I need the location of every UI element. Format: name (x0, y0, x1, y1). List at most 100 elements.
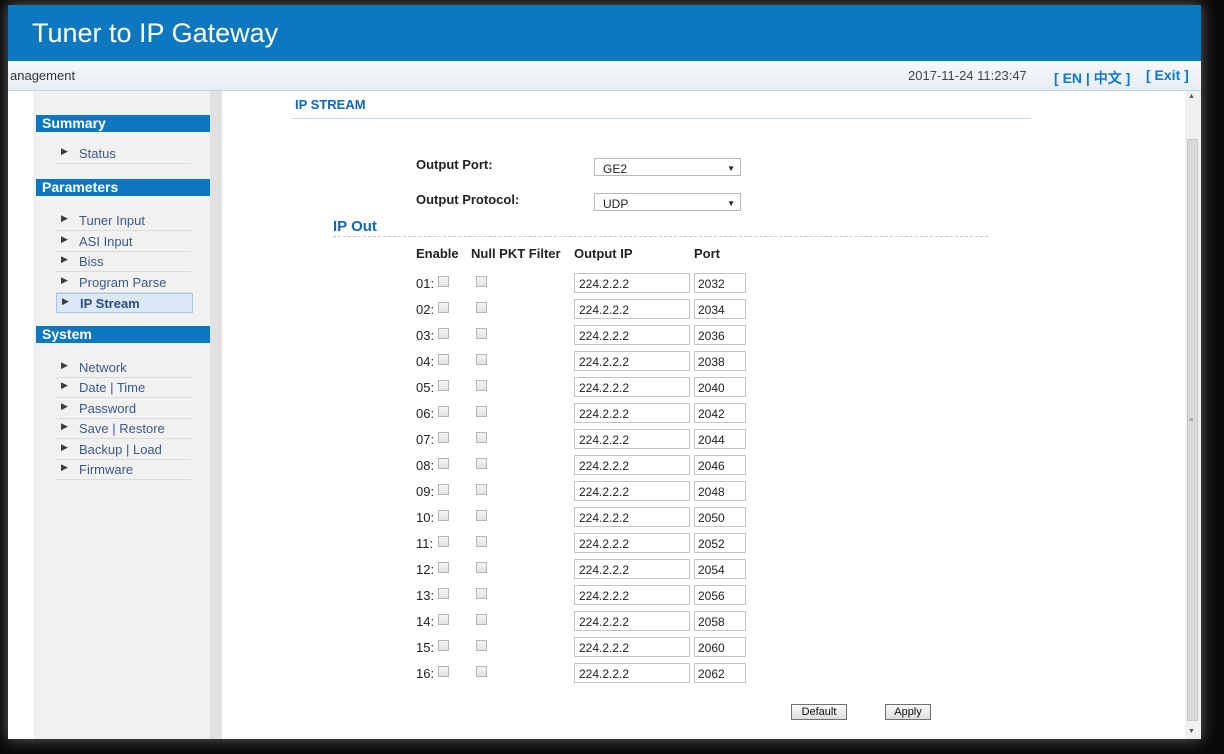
output-ip-input[interactable]: 224.2.2.2 (574, 455, 690, 475)
null-pkt-filter-checkbox[interactable] (476, 640, 487, 651)
scroll-up-icon[interactable]: ▲ (1188, 93, 1195, 100)
sidebar-item-1-1[interactable]: ▶ ASI Input (56, 232, 191, 252)
triangle-right-icon: ▶ (61, 146, 68, 156)
enable-checkbox[interactable] (438, 614, 449, 625)
output-port-label: Output Port: (416, 157, 493, 172)
output-ip-input[interactable]: 224.2.2.2 (574, 325, 690, 345)
output-ip-input[interactable]: 224.2.2.2 (574, 585, 690, 605)
vertical-scrollbar[interactable]: ▲ ≡ ▼ (1185, 91, 1201, 739)
triangle-right-icon: ▶ (61, 442, 68, 452)
port-input[interactable]: 2050 (694, 507, 746, 527)
output-ip-input[interactable]: 224.2.2.2 (574, 611, 690, 631)
output-ip-input[interactable]: 224.2.2.2 (574, 507, 690, 527)
port-input[interactable]: 2040 (694, 377, 746, 397)
output-ip-input[interactable]: 224.2.2.2 (574, 559, 690, 579)
sidebar-item-2-2[interactable]: ▶ Password (56, 399, 191, 419)
sidebar-item-2-4[interactable]: ▶ Backup | Load (56, 440, 191, 460)
sidebar-item-1-4[interactable]: ▶ IP Stream (56, 293, 193, 313)
enable-checkbox[interactable] (438, 666, 449, 677)
output-ip-input[interactable]: 224.2.2.2 (574, 637, 690, 657)
enable-checkbox[interactable] (438, 458, 449, 469)
sidebar-item-2-3[interactable]: ▶ Save | Restore (56, 419, 191, 439)
output-protocol-select[interactable]: UDP ▼ (594, 193, 741, 211)
output-ip-input[interactable]: 224.2.2.2 (574, 377, 690, 397)
null-pkt-filter-checkbox[interactable] (476, 562, 487, 573)
null-pkt-filter-checkbox[interactable] (476, 302, 487, 313)
apply-button[interactable]: Apply (885, 704, 931, 720)
null-pkt-filter-checkbox[interactable] (476, 666, 487, 677)
port-input[interactable]: 2034 (694, 299, 746, 319)
scroll-thumb[interactable] (1187, 139, 1198, 721)
enable-checkbox[interactable] (438, 510, 449, 521)
output-ip-input[interactable]: 224.2.2.2 (574, 299, 690, 319)
port-input[interactable]: 2044 (694, 429, 746, 449)
row-number: 08: (416, 458, 435, 473)
ip-out-title: IP Out (333, 218, 377, 235)
null-pkt-filter-checkbox[interactable] (476, 588, 487, 599)
null-pkt-filter-checkbox[interactable] (476, 536, 487, 547)
enable-checkbox[interactable] (438, 536, 449, 547)
port-input[interactable]: 2052 (694, 533, 746, 553)
app-header: Tuner to IP Gateway (8, 5, 1201, 61)
null-pkt-filter-checkbox[interactable] (476, 458, 487, 469)
lang-en-link[interactable]: EN (1063, 70, 1082, 86)
port-input[interactable]: 2058 (694, 611, 746, 631)
output-ip-input[interactable]: 224.2.2.2 (574, 481, 690, 501)
null-pkt-filter-checkbox[interactable] (476, 510, 487, 521)
output-ip-input[interactable]: 224.2.2.2 (574, 403, 690, 423)
column-null-pkt-filter: Null PKT Filter (471, 246, 561, 261)
output-ip-input[interactable]: 224.2.2.2 (574, 663, 690, 683)
enable-checkbox[interactable] (438, 432, 449, 443)
enable-checkbox[interactable] (438, 640, 449, 651)
row-number: 11: (416, 536, 434, 551)
sidebar-item-1-0[interactable]: ▶ Tuner Input (56, 211, 191, 231)
enable-checkbox[interactable] (438, 562, 449, 573)
output-ip-input[interactable]: 224.2.2.2 (574, 533, 690, 553)
enable-checkbox[interactable] (438, 354, 449, 365)
lang-zh-link[interactable]: 中文 (1094, 70, 1122, 86)
null-pkt-filter-checkbox[interactable] (476, 380, 487, 391)
default-button[interactable]: Default (791, 704, 847, 720)
output-port-select[interactable]: GE2 ▼ (594, 158, 741, 176)
null-pkt-filter-checkbox[interactable] (476, 432, 487, 443)
enable-checkbox[interactable] (438, 302, 449, 313)
sidebar-item-2-0[interactable]: ▶ Network (56, 358, 191, 378)
enable-checkbox[interactable] (438, 588, 449, 599)
sidebar-item-2-5[interactable]: ▶ Firmware (56, 460, 191, 480)
sidebar-item-1-3[interactable]: ▶ Program Parse (56, 273, 191, 293)
port-input[interactable]: 2032 (694, 273, 746, 293)
null-pkt-filter-checkbox[interactable] (476, 354, 487, 365)
sidebar-item-0-0[interactable]: ▶ Status (56, 144, 191, 164)
port-input[interactable]: 2042 (694, 403, 746, 423)
port-input[interactable]: 2060 (694, 637, 746, 657)
output-ip-input[interactable]: 224.2.2.2 (574, 273, 690, 293)
port-input[interactable]: 2056 (694, 585, 746, 605)
enable-checkbox[interactable] (438, 276, 449, 287)
row-number: 09: (416, 484, 435, 499)
output-ip-input[interactable]: 224.2.2.2 (574, 351, 690, 371)
port-input[interactable]: 2038 (694, 351, 746, 371)
port-input[interactable]: 2062 (694, 663, 746, 683)
port-input[interactable]: 2048 (694, 481, 746, 501)
null-pkt-filter-checkbox[interactable] (476, 406, 487, 417)
triangle-right-icon: ▶ (61, 401, 68, 411)
sidebar-item-2-1[interactable]: ▶ Date | Time (56, 378, 191, 398)
sidebar-section-2: System (36, 326, 210, 343)
null-pkt-filter-checkbox[interactable] (476, 276, 487, 287)
exit-link[interactable]: [ Exit ] (1146, 67, 1189, 83)
enable-checkbox[interactable] (438, 328, 449, 339)
enable-checkbox[interactable] (438, 484, 449, 495)
null-pkt-filter-checkbox[interactable] (476, 614, 487, 625)
sidebar-section-0: Summary (36, 115, 210, 132)
scroll-down-icon[interactable]: ▼ (1188, 728, 1195, 735)
enable-checkbox[interactable] (438, 380, 449, 391)
enable-checkbox[interactable] (438, 406, 449, 417)
port-input[interactable]: 2046 (694, 455, 746, 475)
sidebar-item-1-2[interactable]: ▶ Biss (56, 252, 191, 272)
output-ip-input[interactable]: 224.2.2.2 (574, 429, 690, 449)
null-pkt-filter-checkbox[interactable] (476, 328, 487, 339)
null-pkt-filter-checkbox[interactable] (476, 484, 487, 495)
port-input[interactable]: 2036 (694, 325, 746, 345)
sidebar-item-label: Firmware (79, 462, 134, 477)
port-input[interactable]: 2054 (694, 559, 746, 579)
